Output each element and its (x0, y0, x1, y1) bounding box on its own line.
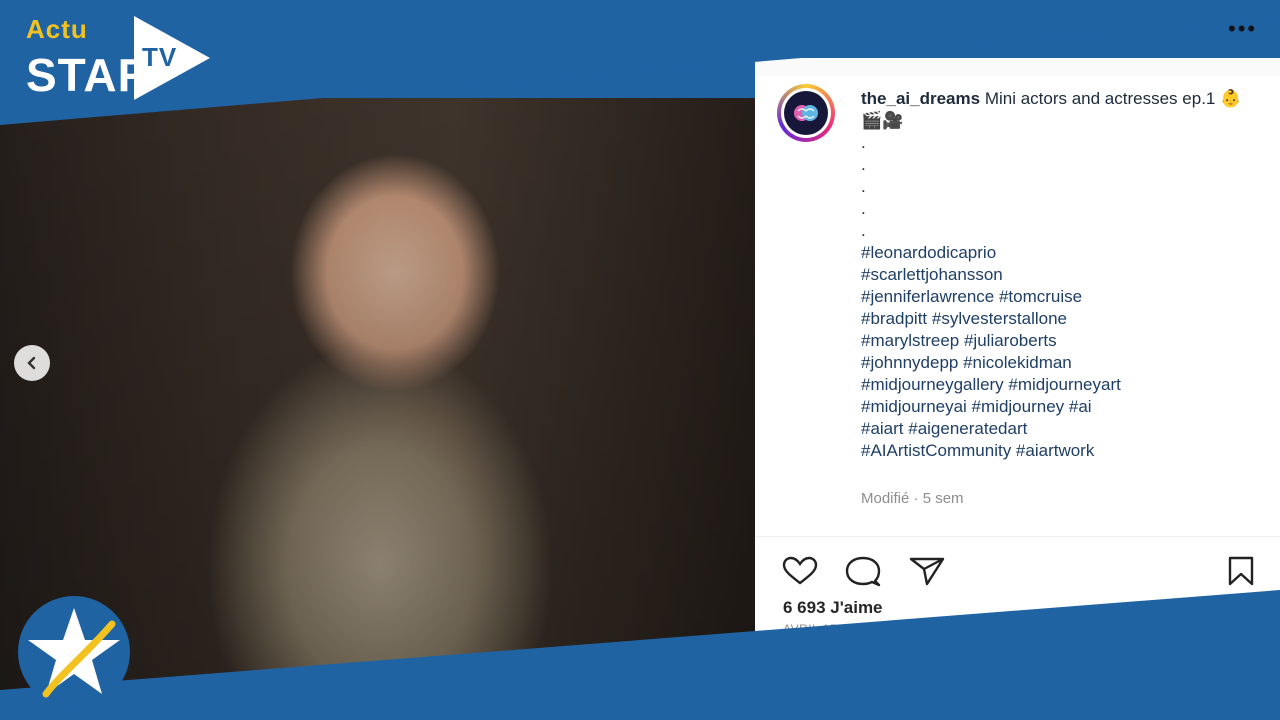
divider (755, 536, 1280, 537)
hashtag-line[interactable]: #aiart #aigeneratedart (861, 418, 1261, 440)
send-icon[interactable] (909, 556, 945, 586)
edited-label: Modifié (861, 490, 910, 507)
bottom-banner (0, 590, 1280, 720)
hashtag-list: #leonardodicaprio #scarlettjohansson #je… (861, 242, 1261, 462)
post-caption: the_ai_dreams Mini actors and actresses … (861, 88, 1261, 462)
hashtag-line[interactable]: #jenniferlawrence #tomcruise (861, 286, 1261, 308)
meta-separator: · (913, 490, 919, 507)
hashtag-line[interactable]: #AIArtistCommunity #aiartwork (861, 440, 1261, 462)
hashtag-line[interactable]: #midjourneygallery #midjourneyart (861, 374, 1261, 396)
comment-icon[interactable] (845, 556, 881, 588)
caption-dots: . . . . . (861, 133, 866, 240)
heart-icon[interactable] (781, 556, 819, 586)
logo-tv-text: TV (142, 42, 178, 72)
hashtag-line[interactable]: #bradpitt #sylvesterstallone (861, 308, 1261, 330)
actu-star-tv-logo: Actu STAR TV (22, 8, 222, 108)
bookmark-icon[interactable] (1226, 556, 1256, 586)
post-meta: Modifié · 5 sem (861, 490, 964, 507)
post-age: 5 sem (922, 490, 964, 507)
more-icon[interactable]: ••• (1228, 16, 1257, 42)
star-badge-icon (18, 596, 130, 708)
logo-actu-text: Actu (26, 14, 88, 44)
hashtag-line[interactable]: #scarlettjohansson (861, 264, 1261, 286)
instagram-post-panel: the_ai_dreams Mini actors and actresses … (755, 58, 1280, 643)
post-actions (781, 556, 1256, 588)
carousel-prev-button[interactable] (14, 345, 50, 381)
chevron-left-icon (27, 356, 36, 370)
video-frame: the_ai_dreams Mini actors and actresses … (0, 0, 1280, 720)
hashtag-line[interactable]: #midjourneyai #midjourney #ai (861, 396, 1261, 418)
hashtag-line[interactable]: #leonardodicaprio (861, 242, 1261, 264)
hashtag-line[interactable]: #johnnydepp #nicolekidman (861, 352, 1261, 374)
hashtag-line[interactable]: #marylstreep #juliaroberts (861, 330, 1261, 352)
